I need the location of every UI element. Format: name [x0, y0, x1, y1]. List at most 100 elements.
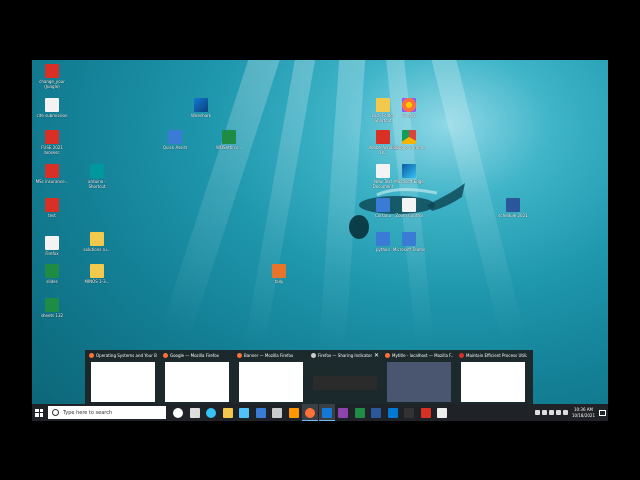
- taskbar-firefox-button[interactable]: [302, 404, 318, 421]
- window-preview: [91, 362, 155, 402]
- text-file-icon: [376, 164, 390, 178]
- notification-icon[interactable]: [599, 409, 606, 416]
- desktop-icon-label: WDSettin.s...: [216, 145, 242, 150]
- cortana-icon: [173, 407, 183, 418]
- teams-icon: [402, 232, 416, 246]
- circle-icon: [376, 198, 390, 212]
- app-icon: [385, 353, 390, 358]
- text-file-icon: [45, 98, 59, 112]
- taskbar-cortana-button[interactable]: [170, 404, 186, 421]
- desktop-icon-label: Microsoft Edge: [394, 179, 424, 184]
- store-icon: [239, 407, 249, 418]
- taskbar-wireshark-button[interactable]: [318, 404, 335, 421]
- volume-icon[interactable]: [555, 410, 561, 415]
- clock-time: 10:36 AM: [573, 406, 593, 412]
- taskbar-settings-button[interactable]: [269, 404, 285, 421]
- desktop-icon-file-pdf-1[interactable]: change_your (Jungle): [35, 64, 69, 89]
- desktop-icon-folder-2[interactable]: MINOS 1-3...: [80, 264, 114, 284]
- desktop-icon-chrome-shortcut[interactable]: Google Chrome: [392, 130, 426, 150]
- desktop-icon-zoom-shortcut[interactable]: Zoom Control: [392, 198, 426, 218]
- taskbar-task-view-button[interactable]: [187, 404, 203, 421]
- desktop-icon-sheets-file[interactable]: sheets 132: [35, 298, 69, 318]
- desktop-icon-file-pdf-4[interactable]: test: [35, 198, 69, 218]
- taskbar-quick-assist-button[interactable]: [253, 404, 269, 421]
- active-indicator: [302, 420, 318, 421]
- settings-icon: [272, 407, 282, 418]
- file-explorer-icon: [222, 407, 233, 418]
- desktop-icon-firefox-shortcut[interactable]: Firefox: [392, 98, 426, 118]
- app-icon: [89, 353, 94, 358]
- desktop-icon-folder-1[interactable]: solutions ru...: [80, 232, 114, 252]
- desktop-icon-label: Quick Assist: [162, 145, 188, 150]
- taskbar-terminal-button[interactable]: [401, 404, 417, 421]
- close-icon[interactable]: ✕: [374, 352, 379, 359]
- acrobat-icon: [420, 407, 431, 418]
- desktop-icon-word-file[interactable]: schedule 2021: [496, 198, 530, 218]
- thumbnail-titlebar: Banner — Mozilla Firefox: [235, 350, 307, 361]
- thumb-banner[interactable]: Banner — Mozilla Firefox: [235, 350, 307, 406]
- folder-icon: [90, 232, 104, 246]
- pdf-icon: [45, 164, 59, 178]
- edge-icon: [402, 164, 416, 178]
- desktop-icon-label: test: [48, 213, 56, 218]
- taskbar: Type here to search 10:36 AM 10/18/2021: [32, 404, 608, 421]
- desktop-icon-teams-shortcut[interactable]: Microsoft Teams: [392, 232, 426, 252]
- desktop-icon-label: schedule 2021: [498, 213, 528, 218]
- window-preview: [461, 362, 525, 402]
- desktop-icon-edge-shortcut[interactable]: Microsoft Edge: [392, 164, 426, 184]
- thumb-google[interactable]: Google — Mozilla Firefox: [161, 350, 233, 406]
- search-icon: [52, 409, 59, 416]
- desktop-icon-firefox-file[interactable]: Firefox: [35, 236, 69, 256]
- taskbar-snip-button[interactable]: [286, 404, 302, 421]
- lock-icon: [376, 98, 390, 112]
- thumbnail-title: Firefox — Sharing Indicator: [318, 353, 373, 358]
- desktop-icon-file-pdf-3[interactable]: MSc insurance...: [35, 164, 69, 184]
- start-button[interactable]: [32, 404, 46, 421]
- taskbar-notepad-button[interactable]: [434, 404, 450, 421]
- thumbnail-titlebar: Google — Mozilla Firefox: [161, 350, 233, 361]
- thumb-mytitle[interactable]: Mytitle - localhost — Mozilla F...: [383, 350, 455, 406]
- search-box[interactable]: Type here to search: [48, 406, 166, 419]
- taskbar-file-explorer-button[interactable]: [220, 404, 236, 421]
- desktop-icon-xml-file[interactable]: WDSettin.s...: [212, 130, 246, 150]
- word-icon: [506, 198, 520, 212]
- zoom-icon: [402, 198, 416, 212]
- wifi-icon[interactable]: [562, 410, 568, 415]
- quick-assist-icon: [168, 130, 182, 144]
- firefox-icon: [402, 98, 416, 112]
- task-view-icon: [189, 407, 200, 418]
- system-tray: 10:36 AM 10/18/2021: [534, 404, 606, 421]
- desktop-icon-slides-file[interactable]: slides: [35, 264, 69, 284]
- chevron-up-icon[interactable]: [534, 410, 540, 415]
- desktop-icon-file-pdf-2[interactable]: FUSE 2021 brosesc: [35, 130, 69, 155]
- visual-studio-icon: [338, 407, 348, 418]
- taskbar-edge-button[interactable]: [203, 404, 219, 421]
- network-icon[interactable]: [541, 410, 547, 415]
- thumb-operating-systems[interactable]: Operating Systems and Your Ba...: [87, 350, 159, 406]
- desktop-icon-tally-file[interactable]: tally: [262, 264, 296, 284]
- taskbar-outlook-button[interactable]: [385, 404, 401, 421]
- desktop-icon-quick-assist[interactable]: Quick Assist: [158, 130, 192, 150]
- taskbar-visual-studio-button[interactable]: [335, 404, 351, 421]
- app-icon: [163, 353, 168, 358]
- desktop-icon-arduino-shortcut[interactable]: arduino - Shortcut: [80, 164, 114, 189]
- desktop-icon-wireshark-shortcut[interactable]: Wireshark: [184, 98, 218, 118]
- firefox-icon: [305, 407, 315, 418]
- battery-icon[interactable]: [548, 410, 554, 415]
- word-icon: [371, 407, 381, 418]
- desktop-icon-file-submission[interactable]: cite submission: [35, 98, 69, 118]
- pdf-icon: [45, 198, 59, 212]
- thumbnail-titlebar: Mytitle - localhost — Mozilla F...: [383, 350, 455, 361]
- clock[interactable]: 10:36 AM 10/18/2021: [572, 407, 595, 419]
- thumbnail-title: Google — Mozilla Firefox: [170, 353, 219, 358]
- taskbar-store-button[interactable]: [236, 404, 252, 421]
- thumb-sharing[interactable]: Firefox — Sharing Indicator ✕: [309, 350, 381, 406]
- window-preview: [387, 362, 451, 402]
- taskbar-word-button[interactable]: [368, 404, 384, 421]
- desktop-icon-label: Zoom Control: [395, 213, 423, 218]
- thumbnail-titlebar: Firefox — Sharing Indicator ✕: [309, 350, 381, 361]
- thumb-maintain[interactable]: Maintain Efficient Process Utiliz...: [457, 350, 529, 406]
- taskbar-acrobat-button[interactable]: [418, 404, 434, 421]
- taskbar-excel-button[interactable]: [352, 404, 368, 421]
- thumbnail-title: Mytitle - localhost — Mozilla F...: [392, 353, 453, 358]
